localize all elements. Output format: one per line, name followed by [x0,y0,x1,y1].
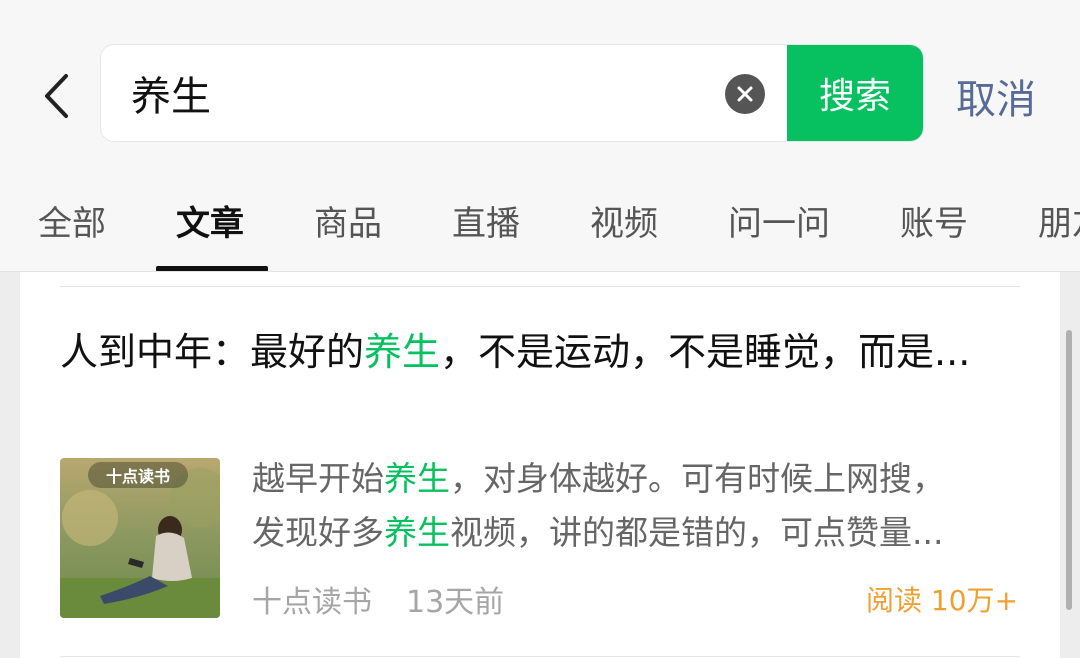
tab-videos[interactable]: 视频 [590,190,658,250]
keyword-highlight: 养生 [384,459,450,498]
thumbnail-brand-badge: 十点读书 [88,462,188,488]
tab-all[interactable]: 全部 [38,190,106,250]
article-time: 13天前 [406,585,505,620]
article-result-card[interactable]: 人到中年：最好的养生，不是运动，不是睡觉，而是... 十点读书 越早开始养生，对… [20,272,1060,658]
tab-ask[interactable]: 问一问 [728,190,830,250]
tab-accounts[interactable]: 账号 [900,190,968,250]
article-snippet: 越早开始养生，对身体越好。可有时候上网搜， 发现好多养生视频，讲的都是错的，可点… [252,452,1012,560]
result-type-tabs: 全部 文章 商品 直播 视频 问一问 账号 朋友圈 [0,176,1080,272]
clear-search-button[interactable] [725,74,765,114]
scrollbar[interactable] [1066,330,1072,610]
tab-products[interactable]: 商品 [314,190,382,250]
back-button[interactable] [36,70,76,122]
card-divider [60,656,1020,657]
tab-live[interactable]: 直播 [452,190,520,250]
article-source[interactable]: 十点读书 [252,572,372,626]
article-title[interactable]: 人到中年：最好的养生，不是运动，不是睡觉，而是... [60,324,980,380]
search-input[interactable] [131,45,711,141]
snippet-line: 越早开始养生，对身体越好。可有时候上网搜， [252,459,945,498]
search-header: 搜索 取消 全部 文章 商品 直播 视频 问一问 账号 朋友圈 [0,0,1080,272]
search-button[interactable]: 搜索 [787,45,923,141]
tab-articles[interactable]: 文章 [176,190,244,250]
read-count: 阅读 10万+ [866,584,1018,617]
keyword-highlight: 养生 [384,513,450,552]
article-thumbnail[interactable]: 十点读书 [60,458,220,618]
card-divider [60,286,1020,287]
tab-moments[interactable]: 朋友圈 [1038,190,1080,250]
chevron-left-icon [45,74,68,118]
search-bar: 搜索 [100,44,924,142]
snippet-line: 发现好多养生视频，讲的都是错的，可点赞量... [252,513,944,552]
keyword-highlight: 养生 [364,330,441,374]
clear-icon [737,86,753,102]
cancel-button[interactable]: 取消 [956,66,1036,126]
